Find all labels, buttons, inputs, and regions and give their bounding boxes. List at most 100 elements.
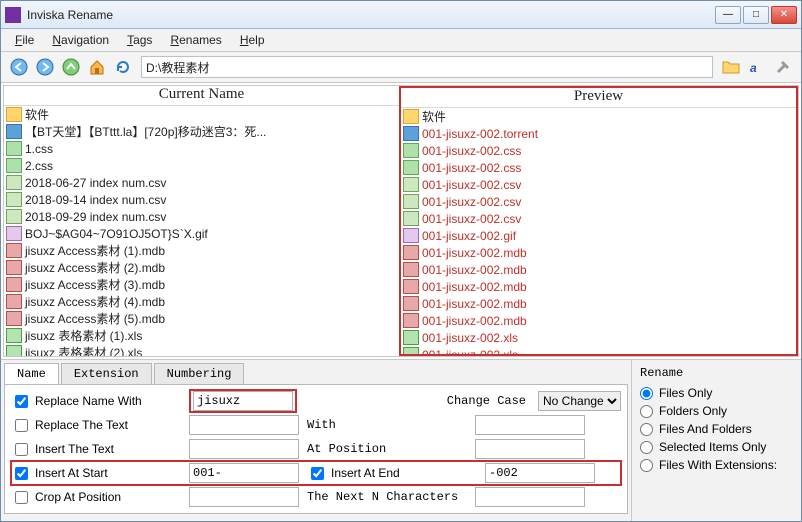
- minimize-button[interactable]: —: [715, 6, 741, 24]
- file-row[interactable]: 2018-09-14 index num.csv: [4, 191, 399, 208]
- file-row[interactable]: jisuxz Access素材 (4).mdb: [4, 293, 399, 310]
- tab-name[interactable]: Name: [4, 363, 59, 384]
- home-button[interactable]: [85, 55, 109, 79]
- file-row[interactable]: jisuxz 表格素材 (1).xls: [4, 327, 399, 344]
- replace-name-with-input[interactable]: [193, 391, 293, 411]
- replace-name-with-label[interactable]: Replace Name With: [11, 392, 181, 411]
- insert-at-start-check[interactable]: [15, 467, 28, 480]
- menu-file[interactable]: File: [7, 31, 42, 49]
- replace-text-check[interactable]: [15, 419, 28, 432]
- insert-at-end-input[interactable]: [485, 463, 595, 483]
- up-button[interactable]: [59, 55, 83, 79]
- file-row[interactable]: jisuxz Access素材 (1).mdb: [4, 242, 399, 259]
- file-name: BOJ~$AG04~7O91OJ5OT}S`X.gif: [25, 227, 208, 241]
- xls-icon: [6, 328, 22, 343]
- file-row[interactable]: 001-jisuxz-002.csv: [401, 210, 796, 227]
- file-row[interactable]: 001-jisuxz-002.gif: [401, 227, 796, 244]
- radio-files-with-ext[interactable]: Files With Extensions:: [640, 458, 793, 472]
- rename-title: Rename: [640, 366, 793, 380]
- address-bar[interactable]: D:\教程素材: [141, 56, 713, 78]
- file-row[interactable]: jisuxz Access素材 (3).mdb: [4, 276, 399, 293]
- bottom-pane: Name Extension Numbering Replace Name Wi…: [1, 359, 801, 521]
- open-folder-button[interactable]: [719, 55, 743, 79]
- radio-folders-only[interactable]: Folders Only: [640, 404, 793, 418]
- file-row[interactable]: 2018-09-29 index num.csv: [4, 208, 399, 225]
- crop-at-position-input[interactable]: [189, 487, 299, 507]
- replace-text-label[interactable]: Replace The Text: [11, 416, 181, 435]
- current-list[interactable]: 软件【BT天堂】【BTttt.la】[720p]移动迷宫3：死...1.css2…: [4, 106, 399, 356]
- file-row[interactable]: 001-jisuxz-002.mdb: [401, 278, 796, 295]
- file-row[interactable]: 001-jisuxz-002.xls: [401, 329, 796, 346]
- menubar: File Navigation Tags Renames Help: [1, 29, 801, 52]
- file-name: 001-jisuxz-002.gif: [422, 229, 516, 243]
- menu-navigation[interactable]: Navigation: [44, 31, 117, 49]
- csv-icon: [6, 209, 22, 224]
- file-row[interactable]: jisuxz Access素材 (5).mdb: [4, 310, 399, 327]
- file-panels: Current Name 软件【BT天堂】【BTttt.la】[720p]移动迷…: [3, 85, 799, 357]
- file-name: jisuxz Access素材 (1).mdb: [25, 242, 165, 259]
- forward-button[interactable]: [33, 55, 57, 79]
- file-name: 001-jisuxz-002.csv: [422, 178, 521, 192]
- file-row[interactable]: jisuxz Access素材 (2).mdb: [4, 259, 399, 276]
- file-row[interactable]: 001-jisuxz-002.css: [401, 159, 796, 176]
- file-row[interactable]: jisuxz 表格素材 (2).xls: [4, 344, 399, 356]
- file-row[interactable]: 001-jisuxz-002.css: [401, 142, 796, 159]
- settings-button[interactable]: [771, 55, 795, 79]
- file-row[interactable]: 001-jisuxz-002.csv: [401, 193, 796, 210]
- file-row[interactable]: 001-jisuxz-002.torrent: [401, 125, 796, 142]
- file-name: 001-jisuxz-002.mdb: [422, 314, 527, 328]
- file-row[interactable]: 1.css: [4, 140, 399, 157]
- file-row[interactable]: 软件: [401, 108, 796, 125]
- tools-icon: [774, 58, 792, 76]
- insert-text-input[interactable]: [189, 439, 299, 459]
- rename-button[interactable]: a: [745, 55, 769, 79]
- crop-at-position-label[interactable]: Crop At Position: [11, 488, 181, 507]
- refresh-icon: [114, 58, 132, 76]
- file-row[interactable]: 2.css: [4, 157, 399, 174]
- replace-name-with-check[interactable]: [15, 395, 28, 408]
- tab-numbering[interactable]: Numbering: [154, 363, 245, 384]
- menu-renames[interactable]: Renames: [162, 31, 229, 49]
- with-input[interactable]: [475, 415, 585, 435]
- file-row[interactable]: 001-jisuxz-002.mdb: [401, 261, 796, 278]
- file-row[interactable]: 软件: [4, 106, 399, 123]
- menu-help[interactable]: Help: [232, 31, 273, 49]
- next-n-chars-input[interactable]: [475, 487, 585, 507]
- radio-selected-items[interactable]: Selected Items Only: [640, 440, 793, 454]
- maximize-button[interactable]: □: [743, 6, 769, 24]
- insert-at-start-label[interactable]: Insert At Start: [11, 464, 181, 483]
- file-row[interactable]: 001-jisuxz-002.mdb: [401, 244, 796, 261]
- file-name: 【BT天堂】【BTttt.la】[720p]移动迷宫3：死...: [25, 123, 266, 140]
- file-row[interactable]: 001-jisuxz-002.mdb: [401, 295, 796, 312]
- css-icon: [6, 141, 22, 156]
- file-name: 2018-06-27 index num.csv: [25, 176, 166, 190]
- insert-at-end-check[interactable]: [311, 467, 324, 480]
- file-row[interactable]: 2018-06-27 index num.csv: [4, 174, 399, 191]
- tab-extension[interactable]: Extension: [61, 363, 152, 384]
- menu-tags[interactable]: Tags: [119, 31, 160, 49]
- radio-files-only[interactable]: Files Only: [640, 386, 793, 400]
- file-row[interactable]: 001-jisuxz-002.csv: [401, 176, 796, 193]
- change-case-select[interactable]: No Change: [538, 391, 621, 411]
- file-row[interactable]: 【BT天堂】【BTttt.la】[720p]移动迷宫3：死...: [4, 123, 399, 140]
- file-row[interactable]: BOJ~$AG04~7O91OJ5OT}S`X.gif: [4, 225, 399, 242]
- back-button[interactable]: [7, 55, 31, 79]
- folder-icon: [403, 109, 419, 124]
- close-button[interactable]: ✕: [771, 6, 797, 24]
- file-name: 2018-09-14 index num.csv: [25, 193, 166, 207]
- file-row[interactable]: 001-jisuxz-002.mdb: [401, 312, 796, 329]
- at-position-input[interactable]: [475, 439, 585, 459]
- insert-at-start-input[interactable]: [189, 463, 299, 483]
- radio-files-and-folders[interactable]: Files And Folders: [640, 422, 793, 436]
- file-row[interactable]: 001-jisuxz-002.xls: [401, 346, 796, 354]
- file-name: jisuxz Access素材 (5).mdb: [25, 310, 165, 327]
- refresh-button[interactable]: [111, 55, 135, 79]
- replace-text-input[interactable]: [189, 415, 299, 435]
- preview-list[interactable]: 软件001-jisuxz-002.torrent001-jisuxz-002.c…: [401, 108, 796, 354]
- insert-text-check[interactable]: [15, 443, 28, 456]
- insert-at-end-label[interactable]: Insert At End: [307, 464, 477, 483]
- folder-icon: [6, 107, 22, 122]
- file-name: jisuxz Access素材 (4).mdb: [25, 293, 165, 310]
- crop-at-position-check[interactable]: [15, 491, 28, 504]
- insert-text-label[interactable]: Insert The Text: [11, 440, 181, 459]
